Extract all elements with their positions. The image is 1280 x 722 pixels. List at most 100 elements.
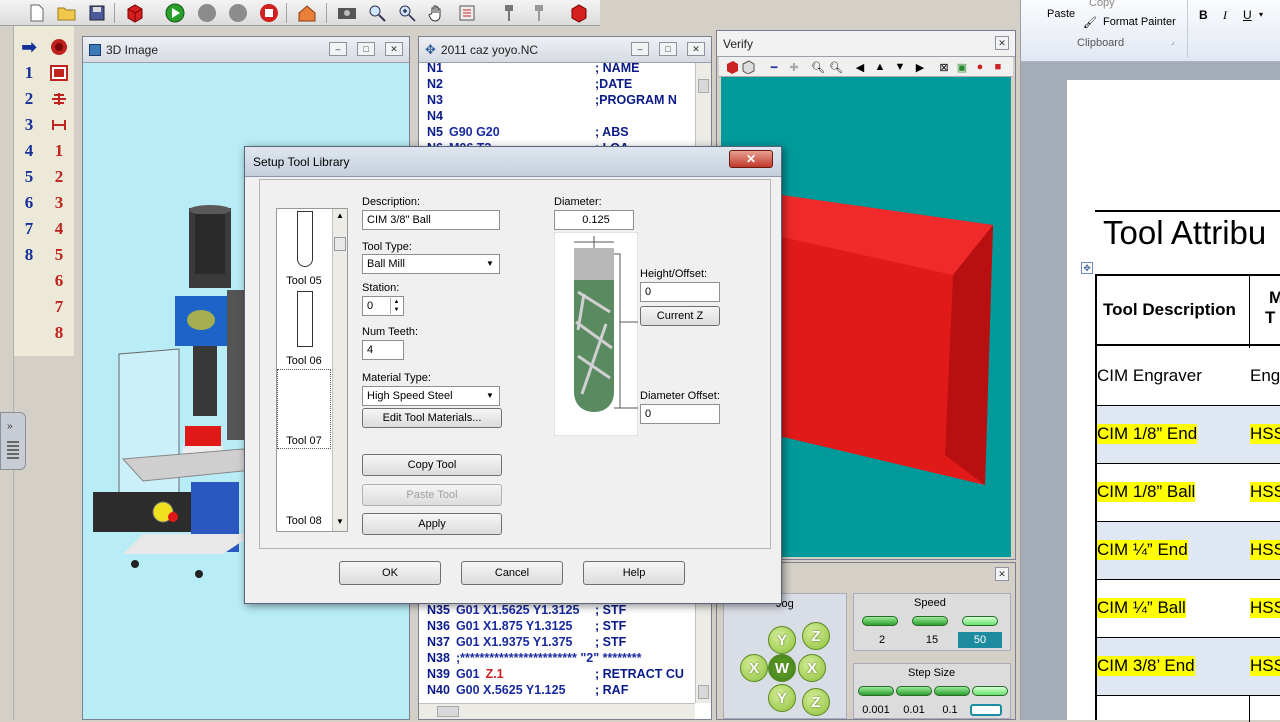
jog-z-minus-button[interactable]: Z bbox=[802, 688, 830, 716]
copy-label[interactable]: Copy bbox=[1089, 0, 1115, 9]
arrow-up-icon[interactable]: ▲ bbox=[871, 58, 889, 76]
camera-icon[interactable] bbox=[336, 2, 358, 24]
tool-number-2[interactable]: 2 bbox=[14, 86, 44, 112]
offset-number-2[interactable]: 2 bbox=[44, 164, 74, 190]
arrow-left-icon[interactable]: ◀ bbox=[851, 58, 869, 76]
close-button[interactable]: ✕ bbox=[995, 567, 1009, 581]
close-button[interactable]: ✕ bbox=[385, 42, 403, 56]
tool-description-cell[interactable]: CIM 3/8’ End bbox=[1097, 656, 1195, 676]
offset-number-5[interactable]: 5 bbox=[44, 242, 74, 268]
speed-led-1[interactable] bbox=[862, 616, 898, 626]
nc-line[interactable]: N38 ;************************ "2" *******… bbox=[427, 651, 689, 667]
pause-icon[interactable] bbox=[196, 2, 218, 24]
tool-description-cell[interactable]: CIM ¼” Ball bbox=[1097, 598, 1186, 618]
material-cell[interactable]: HSS bbox=[1250, 656, 1280, 676]
fit-icon[interactable]: ⊠ bbox=[935, 58, 953, 76]
paste-tool-button[interactable]: Paste Tool bbox=[362, 484, 502, 506]
verify-stock-icon[interactable] bbox=[568, 2, 590, 24]
tool-description-cell[interactable]: CIM 1/8” Ball bbox=[1097, 482, 1196, 502]
zoom-out-icon[interactable]: 🔍︎ bbox=[809, 58, 827, 76]
nc-line[interactable]: N40 G00 X.5625 Y1.125 ; RAF bbox=[427, 683, 689, 699]
width-offset-icon[interactable] bbox=[44, 112, 74, 138]
material-cell[interactable]: HSS bbox=[1250, 598, 1280, 618]
format-painter-icon[interactable]: 🖌︎ bbox=[1083, 16, 1097, 29]
plus-icon[interactable]: ✚ bbox=[785, 58, 803, 76]
dropdown-arrow-icon[interactable]: ▼ bbox=[483, 389, 497, 403]
tool-change-icon[interactable] bbox=[498, 2, 520, 24]
jog-x-plus-button[interactable]: X bbox=[798, 654, 826, 682]
stop-icon[interactable] bbox=[258, 2, 280, 24]
underline-button[interactable]: U bbox=[1243, 8, 1252, 22]
step-value-2[interactable]: 0.01 bbox=[894, 702, 934, 718]
jog-y-plus-button[interactable]: Y bbox=[768, 626, 796, 654]
panel-collapse-handle[interactable]: » bbox=[0, 412, 26, 470]
minimize-button[interactable]: – bbox=[329, 42, 347, 56]
step-icon[interactable] bbox=[227, 2, 249, 24]
close-button[interactable]: ✕ bbox=[687, 42, 705, 56]
scroll-thumb[interactable] bbox=[334, 237, 346, 251]
zoom-icon[interactable] bbox=[366, 2, 388, 24]
copy-tool-button[interactable]: Copy Tool bbox=[362, 454, 502, 476]
maximize-button[interactable]: □ bbox=[357, 42, 375, 56]
pan-hand-icon[interactable] bbox=[426, 2, 448, 24]
cancel-button[interactable]: Cancel bbox=[461, 561, 563, 585]
edit-tool-materials-button[interactable]: Edit Tool Materials... bbox=[362, 408, 502, 428]
speed-led-3[interactable] bbox=[962, 616, 998, 626]
zoom-in-icon[interactable] bbox=[396, 2, 418, 24]
speed-value-2[interactable]: 15 bbox=[912, 632, 952, 648]
step-led-2[interactable] bbox=[896, 686, 932, 696]
tool-description-cell[interactable]: CIM 1/8” End bbox=[1097, 424, 1198, 444]
step-led-3[interactable] bbox=[934, 686, 970, 696]
nc-line[interactable]: N2 ;DATE bbox=[427, 77, 689, 93]
jog-center-button[interactable]: W bbox=[768, 654, 796, 682]
jog-z-plus-button[interactable]: Z bbox=[802, 622, 830, 650]
tool-type-select[interactable]: Ball Mill ▼ bbox=[362, 254, 500, 274]
scroll-thumb[interactable] bbox=[437, 706, 459, 717]
nc-line[interactable]: N35 G01 X1.5625 Y1.3125 ; STF bbox=[427, 603, 689, 619]
record-icon[interactable] bbox=[44, 34, 74, 60]
tool-number-7[interactable]: 7 bbox=[14, 216, 44, 242]
close-button[interactable]: ✕ bbox=[995, 36, 1009, 50]
current-z-button[interactable]: Current Z bbox=[640, 306, 720, 326]
height-offset-input[interactable]: 0 bbox=[640, 282, 720, 302]
stop-icon[interactable]: ■ bbox=[989, 58, 1007, 76]
new-file-icon[interactable] bbox=[26, 2, 48, 24]
tool-number-1[interactable]: 1 bbox=[14, 60, 44, 86]
ok-button[interactable]: OK bbox=[339, 561, 441, 585]
arrow-down-icon[interactable]: ▼ bbox=[891, 58, 909, 76]
material-cell[interactable]: Engr bbox=[1250, 366, 1280, 386]
maximize-button[interactable]: □ bbox=[659, 42, 677, 56]
material-cell[interactable]: HSS bbox=[1250, 482, 1280, 502]
speed-value-3[interactable]: 50 bbox=[958, 632, 1002, 648]
nc-line[interactable]: N36 G01 X1.875 Y1.3125 ; STF bbox=[427, 619, 689, 635]
nc-line[interactable]: N4 bbox=[427, 109, 689, 125]
tool-library-icon[interactable] bbox=[528, 2, 550, 24]
continuous-step-icon[interactable] bbox=[970, 704, 1002, 716]
height-offset-icon[interactable] bbox=[44, 86, 74, 112]
paste-button[interactable]: Paste bbox=[1047, 8, 1075, 20]
nc-line[interactable]: N37 G01 X1.9375 Y1.375 ; STF bbox=[427, 635, 689, 651]
italic-button[interactable]: I bbox=[1223, 8, 1227, 23]
underline-dropdown-icon[interactable]: ▾ bbox=[1259, 10, 1263, 19]
tool-list-scrollbar[interactable]: ▲ ▼ bbox=[332, 209, 347, 531]
arrow-right-icon[interactable]: ▶ bbox=[911, 58, 929, 76]
offset-number-4[interactable]: 4 bbox=[44, 216, 74, 242]
scroll-down-icon[interactable]: ▼ bbox=[336, 517, 344, 526]
save-icon[interactable] bbox=[86, 2, 108, 24]
tool-number-3[interactable]: 3 bbox=[14, 112, 44, 138]
bold-button[interactable]: B bbox=[1199, 8, 1208, 22]
open-folder-icon[interactable] bbox=[56, 2, 78, 24]
dialog-close-button[interactable]: ✕ bbox=[729, 150, 773, 168]
num-teeth-input[interactable]: 4 bbox=[362, 340, 404, 360]
grid-icon[interactable] bbox=[44, 60, 74, 86]
stock-setup-icon[interactable] bbox=[124, 2, 146, 24]
nc-line[interactable]: N3 ;PROGRAM N bbox=[427, 93, 689, 109]
speed-value-1[interactable]: 2 bbox=[862, 632, 902, 648]
offset-number-8[interactable]: 8 bbox=[44, 320, 74, 346]
jog-y-minus-button[interactable]: Y bbox=[768, 684, 796, 712]
tool-number-6[interactable]: 6 bbox=[14, 190, 44, 216]
dialog-launcher-icon[interactable]: ⌟ bbox=[1171, 38, 1174, 46]
nc-line[interactable]: N5 G90 G20 ; ABS bbox=[427, 125, 689, 141]
settings-icon[interactable] bbox=[456, 2, 478, 24]
arrow-right-icon[interactable]: ➡ bbox=[14, 34, 44, 60]
